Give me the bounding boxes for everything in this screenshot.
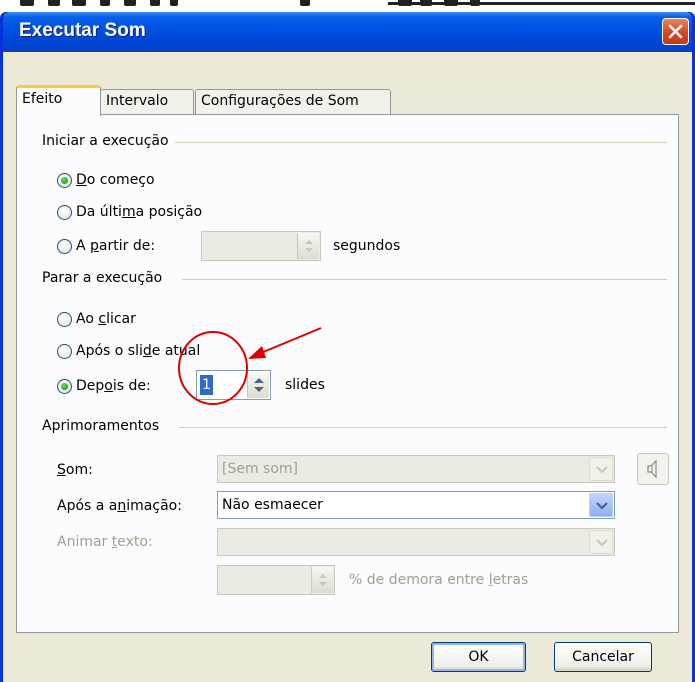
letter-delay-label: % de demora entre letras (349, 572, 529, 588)
slides-spinner[interactable]: 1 (196, 370, 271, 400)
chevron-down-icon (596, 466, 608, 474)
stop-group-label: Parar a execução (42, 270, 169, 286)
start-group-label: Iniciar a execução (42, 133, 175, 149)
chevron-down-icon (596, 502, 608, 510)
dialog-client-area: Efeito Intervalo Configurações de Som In… (3, 52, 692, 682)
slides-spinner-value[interactable]: 1 (200, 375, 213, 395)
radio-da-ultima-posicao[interactable]: Da última posição (57, 202, 202, 222)
radio-ao-clicar[interactable]: Ao clicar (57, 309, 136, 329)
radio-button-checked[interactable] (57, 172, 72, 188)
tab-label: Efeito (22, 91, 63, 107)
radio-label: Da última posição (76, 204, 203, 220)
after-animation-label: Após a animação: (57, 498, 182, 514)
radio-button[interactable] (57, 343, 72, 359)
radio-button[interactable] (57, 238, 72, 254)
tab-configuracoes-de-som[interactable]: Configurações de Som (195, 89, 391, 115)
tab-intervalo[interactable]: Intervalo (100, 89, 194, 115)
close-icon (668, 24, 683, 39)
group-divider (179, 427, 667, 428)
radio-button[interactable] (57, 204, 72, 220)
dropdown-button[interactable] (589, 530, 613, 554)
radio-label: Do começo (76, 172, 155, 188)
radio-button-checked[interactable] (57, 378, 72, 394)
animate-text-label: Animar texto: (57, 534, 153, 550)
sound-dropdown[interactable]: [Sem som] (217, 455, 615, 483)
dropdown-button[interactable] (589, 457, 613, 481)
animate-text-dropdown[interactable] (217, 528, 615, 556)
radio-depois-de[interactable]: Depois de: (57, 376, 151, 396)
seconds-unit-label: segundos (333, 238, 401, 254)
group-divider (182, 279, 667, 280)
letter-delay-spinner[interactable] (217, 565, 335, 595)
spinner-buttons[interactable] (247, 372, 269, 398)
radio-label: A partir de: (76, 238, 156, 254)
radio-apos-o-slide-atual[interactable]: Após o slide atual (57, 341, 200, 361)
spinner-buttons[interactable] (311, 567, 333, 593)
background-document-strip (0, 0, 695, 12)
sound-dropdown-value: [Sem som] (222, 461, 299, 477)
close-button[interactable] (662, 18, 689, 45)
tab-label: Configurações de Som (201, 93, 359, 109)
cancel-button[interactable]: Cancelar (554, 642, 652, 672)
window-title: Executar Som (19, 20, 146, 41)
seconds-spinner[interactable] (201, 231, 321, 261)
radio-label: Depois de: (76, 378, 151, 394)
dropdown-button[interactable] (589, 493, 613, 517)
after-animation-dropdown[interactable]: Não esmaecer (217, 491, 615, 519)
sound-label: Som: (57, 462, 93, 478)
spin-arrows-icon (319, 574, 327, 586)
ok-button[interactable]: OK (431, 642, 526, 672)
after-animation-value: Não esmaecer (222, 497, 323, 513)
radio-label: Após o slide atual (76, 343, 201, 359)
spin-arrows-icon (254, 378, 264, 392)
radio-button[interactable] (57, 311, 72, 327)
radio-a-partir-de[interactable]: A partir de: (57, 236, 155, 256)
enhancements-group-label: Aprimoramentos (42, 418, 166, 434)
chevron-down-icon (596, 539, 608, 547)
radio-label: Ao clicar (76, 311, 136, 327)
speaker-icon (647, 459, 657, 479)
tab-efeito[interactable]: Efeito (16, 85, 101, 116)
title-bar[interactable]: Executar Som (3, 12, 692, 52)
tab-label: Intervalo (106, 93, 169, 109)
spin-arrows-icon (305, 240, 313, 252)
slides-unit-label: slides (285, 377, 325, 393)
radio-do-comeco[interactable]: Do começo (57, 170, 155, 190)
sound-volume-button[interactable] (637, 453, 669, 485)
dialog-window: Executar Som Efeito Intervalo Configuraç… (0, 12, 695, 682)
tab-panel-efeito: Iniciar a execução Do começo Da última p… (16, 114, 679, 633)
spinner-buttons[interactable] (297, 233, 319, 259)
group-divider (167, 142, 667, 143)
